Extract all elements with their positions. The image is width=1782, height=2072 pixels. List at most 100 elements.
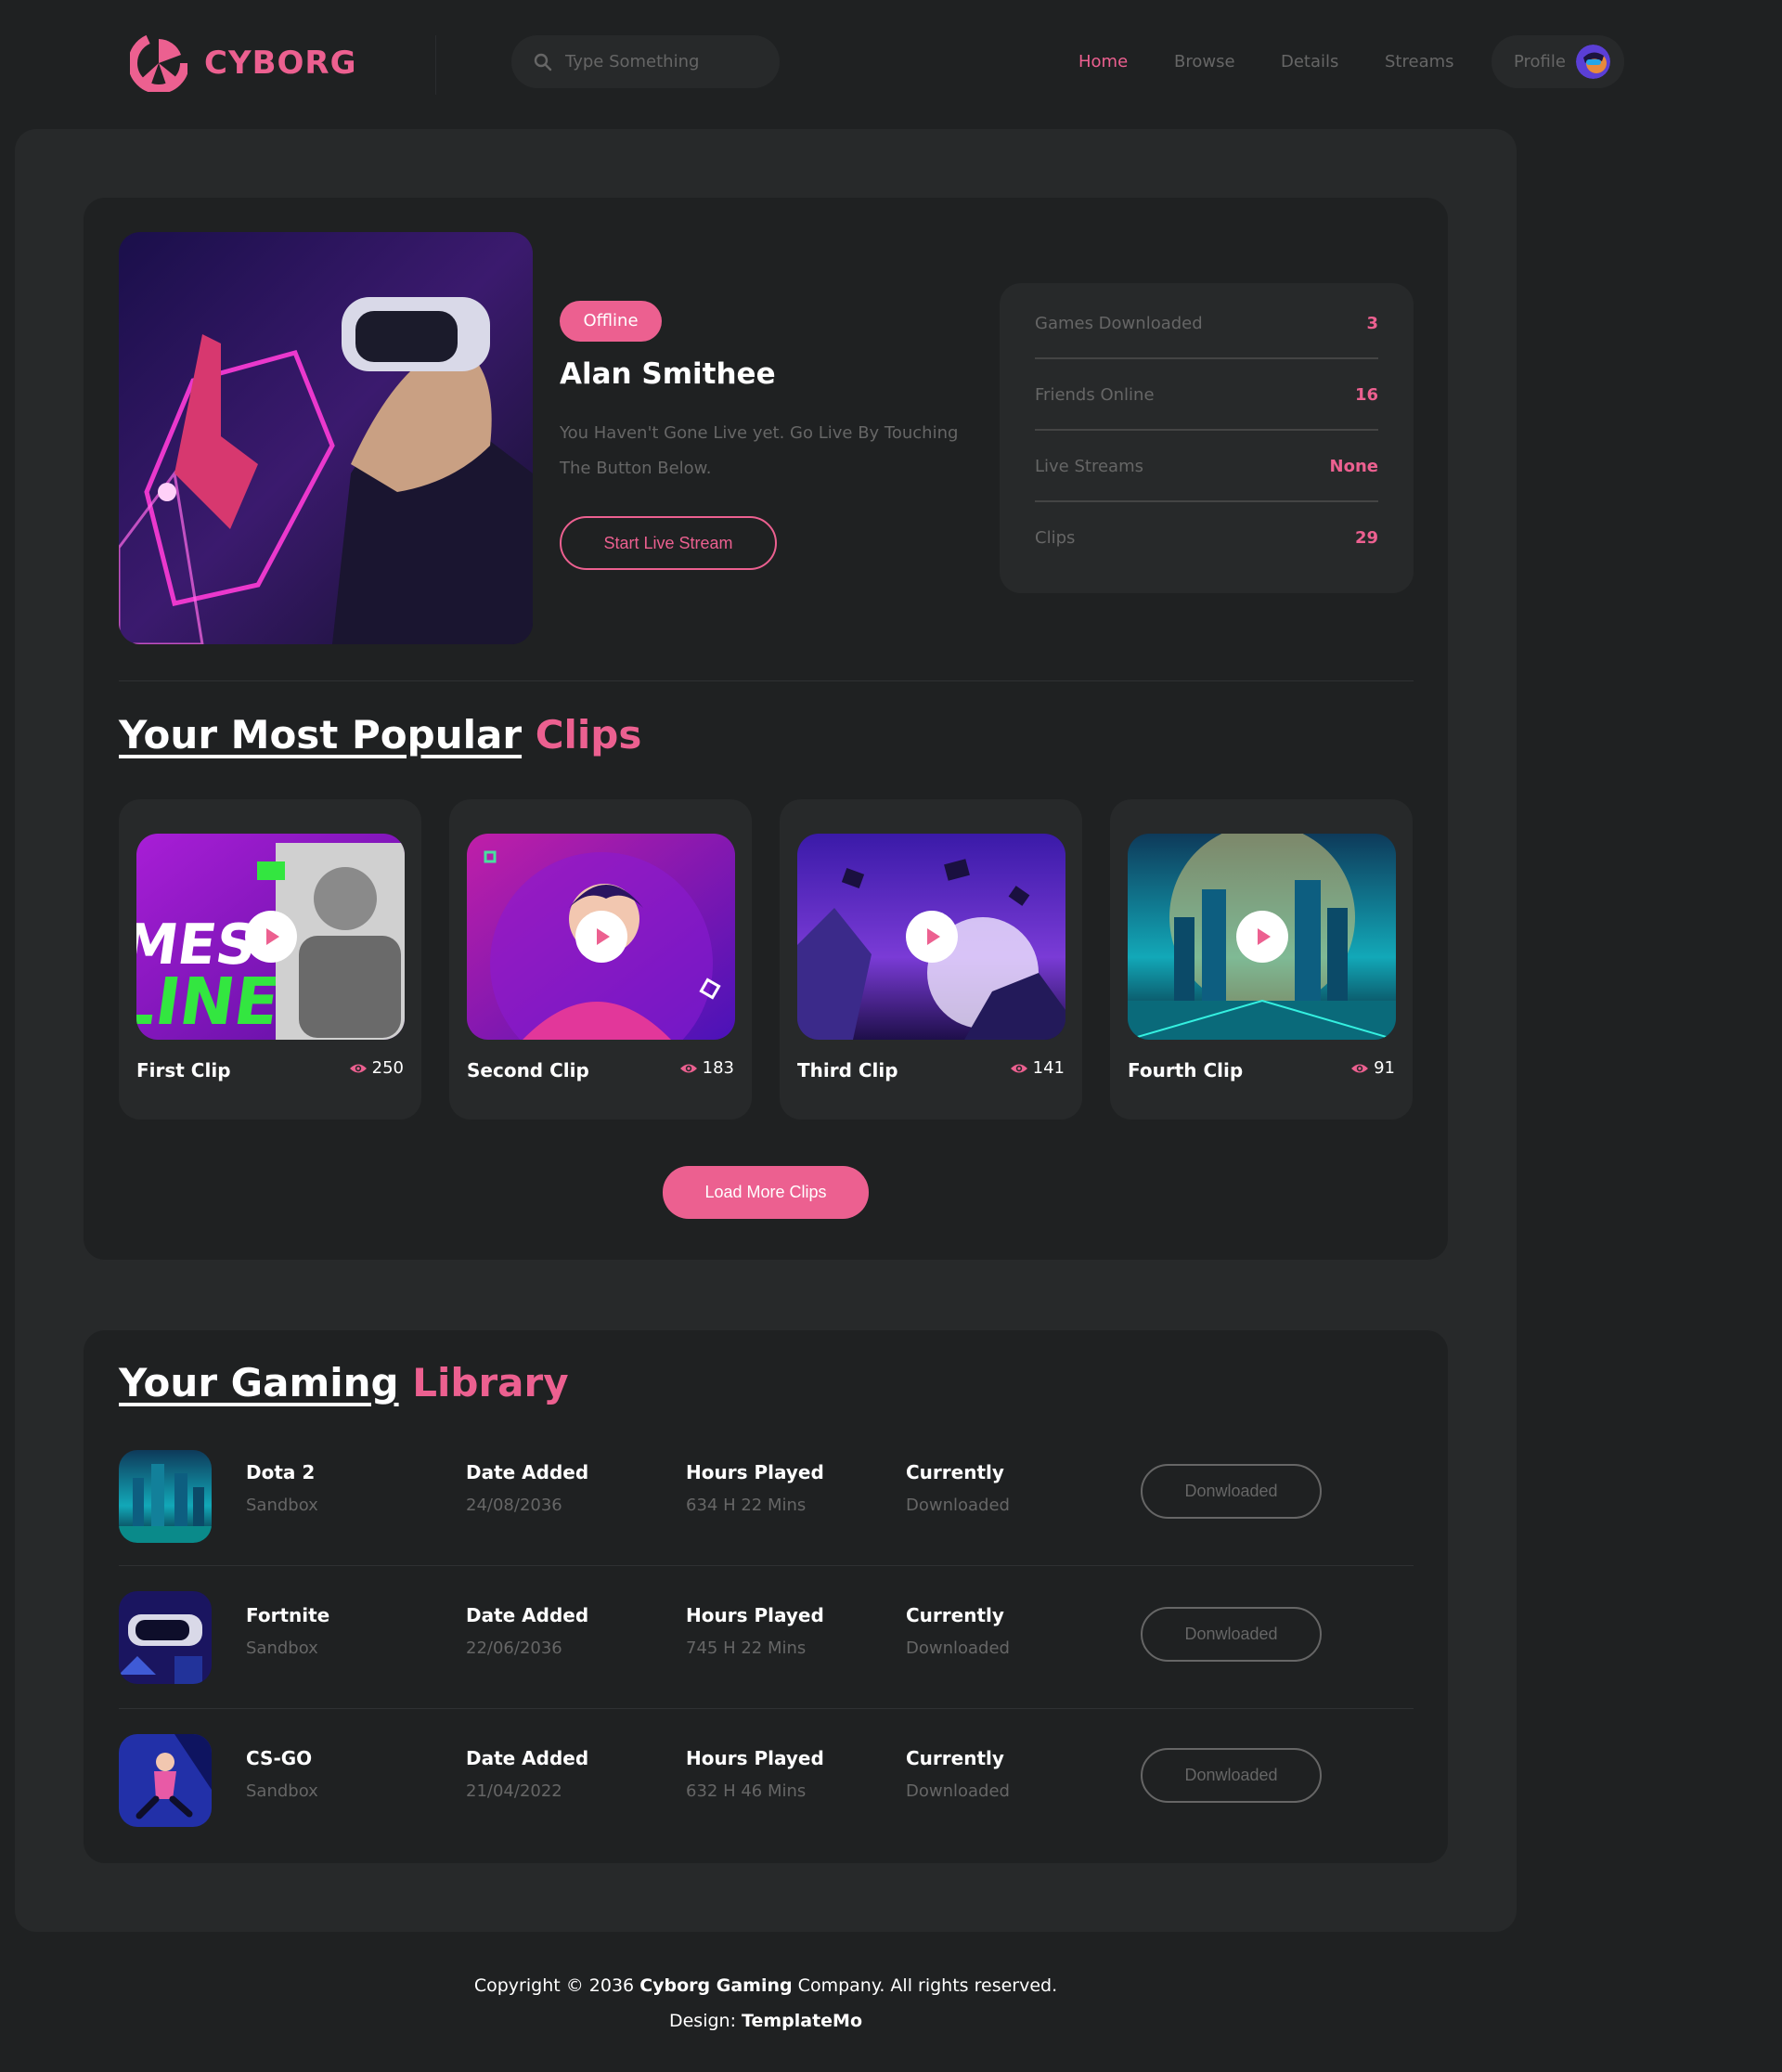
downloaded-button[interactable]: Donwloaded: [1141, 1607, 1322, 1662]
profile-name: Alan Smithee: [560, 357, 776, 391]
nav-item-browse[interactable]: Browse: [1174, 35, 1235, 88]
downloaded-button[interactable]: Donwloaded: [1141, 1748, 1322, 1803]
stat-label: Games Downloaded: [1035, 314, 1203, 333]
date-added-label: Date Added: [466, 1747, 589, 1769]
profile-description: You Haven't Gone Live yet. Go Live By To…: [560, 423, 959, 478]
status-badge: Offline: [560, 301, 662, 342]
hours-played-label: Hours Played: [686, 1461, 824, 1483]
svg-text:LINE: LINE: [136, 964, 284, 1040]
clip-views: 250: [349, 1058, 404, 1078]
profile-button[interactable]: Profile: [1491, 35, 1624, 88]
clips-heading-plain: Your Most Popular: [119, 712, 523, 758]
clip-title: Third Clip: [797, 1059, 898, 1081]
avatar: [1576, 45, 1610, 79]
clip-thumbnail[interactable]: [467, 834, 735, 1040]
eye-icon: [1010, 1064, 1027, 1072]
nav-item-streams[interactable]: Streams: [1385, 35, 1454, 88]
stat-label: Live Streams: [1035, 457, 1143, 476]
clip-card[interactable]: Third Clip 141: [780, 799, 1082, 1120]
status-value: Downloaded: [906, 1638, 1010, 1658]
nav-item-home[interactable]: Home: [1078, 35, 1128, 88]
play-button[interactable]: [575, 911, 627, 963]
play-icon: [927, 928, 940, 945]
date-added: Date Added 21/04/2022: [466, 1747, 588, 1801]
game-info: Dota 2 Sandbox: [246, 1461, 318, 1515]
download-status: Currently Downloaded: [906, 1747, 1010, 1801]
library-heading: Your Gaming Library: [119, 1360, 569, 1405]
stat-value: 29: [1354, 528, 1378, 548]
footer: Copyright © 2036 Cyborg Gaming Company. …: [0, 1968, 1531, 2039]
game-category: Sandbox: [246, 1638, 318, 1658]
clip-views: 141: [1010, 1058, 1065, 1078]
stat-value: None: [1329, 457, 1378, 476]
status-label: Currently: [906, 1747, 1004, 1769]
clip-card[interactable]: Fourth Clip 91: [1110, 799, 1413, 1120]
stat-value: 16: [1354, 385, 1378, 405]
clip-card[interactable]: Second Clip 183: [449, 799, 752, 1120]
stat-live-streams: Live Streams None: [1035, 431, 1378, 502]
clip-view-count: 183: [702, 1058, 734, 1078]
date-added-value: 24/08/2036: [466, 1496, 562, 1515]
design-label: Design:: [668, 2011, 736, 2031]
game-thumbnail: [119, 1450, 212, 1543]
game-category: Sandbox: [246, 1496, 318, 1515]
load-more-clips-button[interactable]: Load More Clips: [663, 1166, 869, 1219]
copyright-prefix: Copyright © 2036: [473, 1975, 635, 1996]
start-live-stream-button[interactable]: Start Live Stream: [560, 516, 777, 570]
stat-games-downloaded: Games Downloaded 3: [1035, 288, 1378, 359]
library-row: Fortnite Sandbox Date Added 22/06/2036 H…: [119, 1566, 1414, 1709]
game-info: Fortnite Sandbox: [246, 1604, 329, 1658]
date-added: Date Added 24/08/2036: [466, 1461, 588, 1515]
play-icon: [1258, 928, 1271, 945]
nav-item-details[interactable]: Details: [1281, 35, 1338, 88]
library-row: Dota 2 Sandbox Date Added 24/08/2036 Hou…: [119, 1423, 1414, 1566]
top-navbar: CYBORG Home Browse Details Streams Profi…: [0, 0, 1782, 124]
hours-played: Hours Played 745 H 22 Mins: [686, 1604, 824, 1658]
clip-thumbnail[interactable]: MES LINE: [136, 834, 405, 1040]
game-category: Sandbox: [246, 1781, 318, 1801]
game-name: Dota 2: [246, 1461, 316, 1483]
clip-view-count: 91: [1374, 1058, 1395, 1078]
play-button[interactable]: [1236, 911, 1288, 963]
section-divider: [119, 680, 1414, 681]
download-status: Currently Downloaded: [906, 1461, 1010, 1515]
clip-thumbnail[interactable]: [797, 834, 1065, 1040]
game-name: CS-GO: [246, 1747, 313, 1769]
company-name[interactable]: Cyborg Gaming: [639, 1975, 792, 1996]
stat-friends-online: Friends Online 16: [1035, 359, 1378, 431]
clip-title: Second Clip: [467, 1059, 589, 1081]
clip-views: 91: [1350, 1058, 1395, 1078]
play-button[interactable]: [245, 911, 297, 963]
game-thumbnail: [119, 1734, 212, 1827]
designer-link[interactable]: TemplateMo: [742, 2011, 862, 2031]
clip-card[interactable]: MES LINE First Clip 250: [119, 799, 421, 1120]
clip-views: 183: [679, 1058, 734, 1078]
hours-played-value: 634 H 22 Mins: [686, 1496, 807, 1515]
game-thumbnail: [119, 1591, 212, 1684]
eye-icon: [1351, 1064, 1369, 1072]
date-added-value: 21/04/2022: [466, 1781, 562, 1801]
hours-played-label: Hours Played: [686, 1604, 824, 1626]
library-heading-plain: Your Gaming: [119, 1360, 399, 1405]
profile-image: [119, 232, 533, 644]
clips-heading-accent: Clips: [535, 712, 642, 758]
library-row: CS-GO Sandbox Date Added 21/04/2022 Hour…: [119, 1709, 1414, 1852]
profile-label: Profile: [1514, 52, 1566, 71]
clip-view-count: 250: [371, 1058, 404, 1078]
library-heading-accent: Library: [412, 1360, 569, 1405]
date-added: Date Added 22/06/2036: [466, 1604, 588, 1658]
date-added-value: 22/06/2036: [466, 1638, 562, 1658]
hours-played-value: 632 H 46 Mins: [686, 1781, 807, 1801]
status-value: Downloaded: [906, 1496, 1010, 1515]
date-added-label: Date Added: [466, 1604, 589, 1626]
play-button[interactable]: [906, 911, 958, 963]
eye-icon: [349, 1064, 367, 1072]
game-name: Fortnite: [246, 1604, 330, 1626]
hours-played-value: 745 H 22 Mins: [686, 1638, 807, 1658]
play-icon: [597, 928, 610, 945]
downloaded-button[interactable]: Donwloaded: [1141, 1464, 1322, 1519]
clip-title: Fourth Clip: [1128, 1059, 1244, 1081]
eye-icon: [679, 1064, 697, 1072]
clip-thumbnail[interactable]: [1128, 834, 1396, 1040]
status-label: Currently: [906, 1604, 1004, 1626]
